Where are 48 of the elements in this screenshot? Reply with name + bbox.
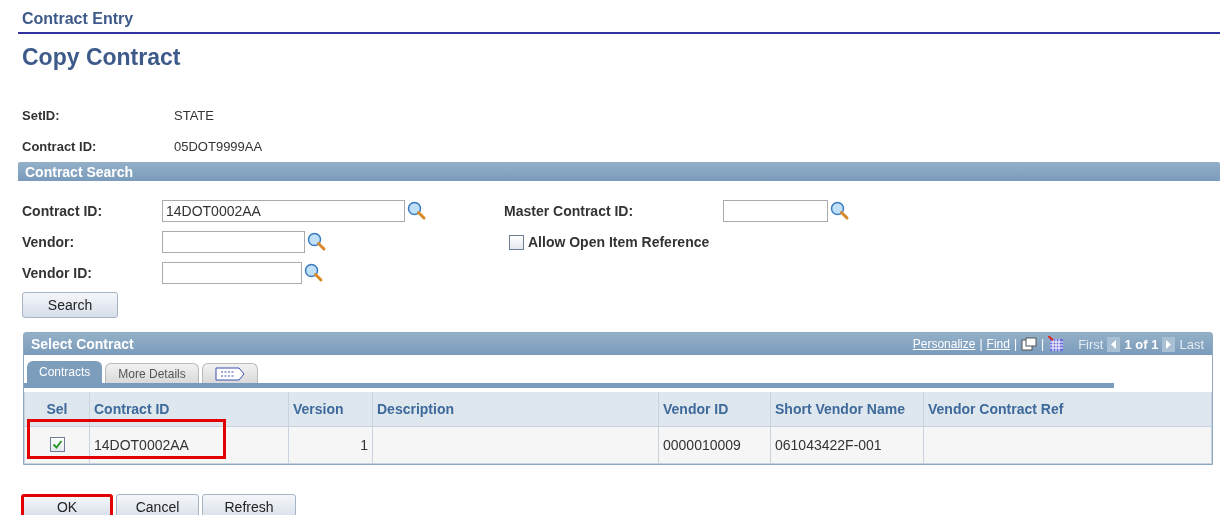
- table-cell: 061043422F-001: [770, 426, 924, 464]
- text-field[interactable]: [162, 262, 302, 284]
- previous-icon[interactable]: [1107, 336, 1121, 352]
- checkbox-label: Allow Open Item Reference: [528, 234, 710, 250]
- table-cell: 1: [288, 426, 373, 464]
- field-label: Master Contract ID:: [504, 203, 635, 219]
- column-header: Short Vendor Name: [770, 392, 924, 427]
- separator: |: [1041, 337, 1045, 351]
- page-title: Copy Contract: [22, 44, 181, 70]
- new-window-icon[interactable]: [1021, 337, 1038, 351]
- action-button[interactable]: OK: [21, 494, 113, 515]
- next-icon[interactable]: [1162, 336, 1176, 352]
- row-count: 1 of 1: [1124, 336, 1159, 352]
- columns-icon: [214, 366, 245, 381]
- search-button[interactable]: Search: [22, 292, 118, 318]
- column-header: Description: [372, 392, 659, 427]
- grid-title: Select Contract: [31, 336, 135, 352]
- field-label: SetID:: [22, 108, 61, 123]
- search-icon[interactable]: [407, 201, 427, 221]
- field-label: Vendor ID:: [22, 265, 93, 281]
- show-all-columns-tab[interactable]: [201, 363, 258, 383]
- field-label: Contract ID:: [22, 139, 98, 154]
- separator: |: [1013, 337, 1018, 351]
- grid-download-icon[interactable]: [1048, 336, 1065, 352]
- separator: |: [979, 337, 983, 351]
- section-title: Contract Search: [25, 163, 134, 180]
- column-header: Contract ID: [89, 392, 289, 427]
- checkbox[interactable]: [509, 234, 524, 250]
- text-field[interactable]: [162, 231, 305, 253]
- grid-tab[interactable]: More Details: [105, 363, 199, 383]
- column-header: Version: [288, 392, 373, 427]
- breadcrumb-title: Contract Entry: [22, 10, 134, 27]
- field-value: STATE: [174, 108, 214, 123]
- column-header: Sel: [24, 392, 90, 427]
- table-cell: 0000010009: [658, 426, 771, 464]
- checkbox[interactable]: [49, 437, 65, 452]
- search-icon[interactable]: [830, 201, 850, 221]
- field-label: Vendor:: [22, 234, 76, 250]
- column-header: Vendor ID: [658, 392, 771, 427]
- text-field[interactable]: 14DOT0002AA: [162, 200, 405, 222]
- action-button[interactable]: Refresh: [202, 494, 296, 515]
- action-button[interactable]: Cancel: [116, 494, 199, 515]
- text-field[interactable]: [723, 200, 828, 222]
- field-value: 05DOT9999AA: [174, 139, 263, 154]
- field-label: Contract ID:: [22, 203, 104, 219]
- search-icon[interactable]: [304, 263, 324, 283]
- search-icon[interactable]: [307, 232, 327, 252]
- column-header: Vendor Contract Ref: [923, 392, 1212, 427]
